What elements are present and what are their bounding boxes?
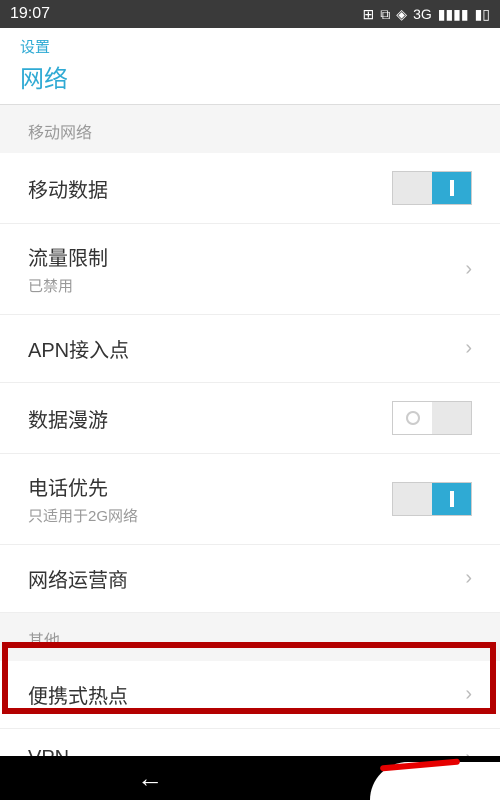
status-bar: 19:07 ⊞ ⧉ ◈ 3G ▮▮▮▮ ▮▯	[0, 0, 500, 28]
item-title: APN接入点	[28, 334, 129, 363]
item-title: 便携式热点	[28, 680, 128, 709]
item-mobile-data[interactable]: 移动数据	[0, 153, 500, 224]
page-title: 网络	[20, 59, 480, 94]
section-header-other: 其他	[0, 613, 500, 661]
toggle-mobile-data[interactable]	[392, 171, 472, 205]
toggle-on-icon	[450, 180, 454, 196]
item-title: 移动数据	[28, 174, 108, 203]
chevron-right-icon: ›	[465, 567, 472, 590]
battery-icon: ▮▯	[475, 6, 490, 23]
toggle-roaming[interactable]	[392, 401, 472, 435]
item-title: 流量限制	[28, 242, 108, 271]
network-icon: 3G	[413, 6, 432, 22]
scribble-annotation	[370, 762, 500, 800]
toggle-off-icon	[406, 411, 420, 425]
status-time: 19:07	[10, 5, 50, 23]
item-title: 数据漫游	[28, 404, 108, 433]
item-carrier[interactable]: 网络运营商 ›	[0, 545, 500, 613]
item-subtitle: 只适用于2G网络	[28, 505, 138, 526]
item-apn[interactable]: APN接入点 ›	[0, 315, 500, 383]
chevron-right-icon: ›	[465, 258, 472, 281]
item-roaming[interactable]: 数据漫游	[0, 383, 500, 454]
toggle-call-priority[interactable]	[392, 482, 472, 516]
header: 设置 网络	[0, 28, 500, 105]
breadcrumb[interactable]: 设置	[20, 36, 480, 57]
wifi-icon: ◈	[396, 6, 407, 23]
item-subtitle: 已禁用	[28, 275, 108, 296]
signal-icon: ▮▮▮▮	[438, 6, 469, 23]
nav-bar: ←	[0, 756, 500, 800]
image-icon: ⧉	[380, 6, 390, 23]
status-icons: ⊞ ⧉ ◈ 3G ▮▮▮▮ ▮▯	[363, 6, 490, 23]
chevron-right-icon: ›	[465, 337, 472, 360]
toggle-on-icon	[450, 491, 454, 507]
section-header-mobile: 移动网络	[0, 105, 500, 153]
item-hotspot[interactable]: 便携式热点 ›	[0, 661, 500, 729]
chevron-right-icon: ›	[465, 683, 472, 706]
item-call-priority[interactable]: 电话优先 只适用于2G网络	[0, 454, 500, 545]
back-arrow-icon[interactable]: ←	[137, 763, 163, 794]
item-data-limit[interactable]: 流量限制 已禁用 ›	[0, 224, 500, 315]
item-title: 电话优先	[28, 472, 138, 501]
item-title: 网络运营商	[28, 564, 128, 593]
qr-icon: ⊞	[363, 6, 375, 23]
